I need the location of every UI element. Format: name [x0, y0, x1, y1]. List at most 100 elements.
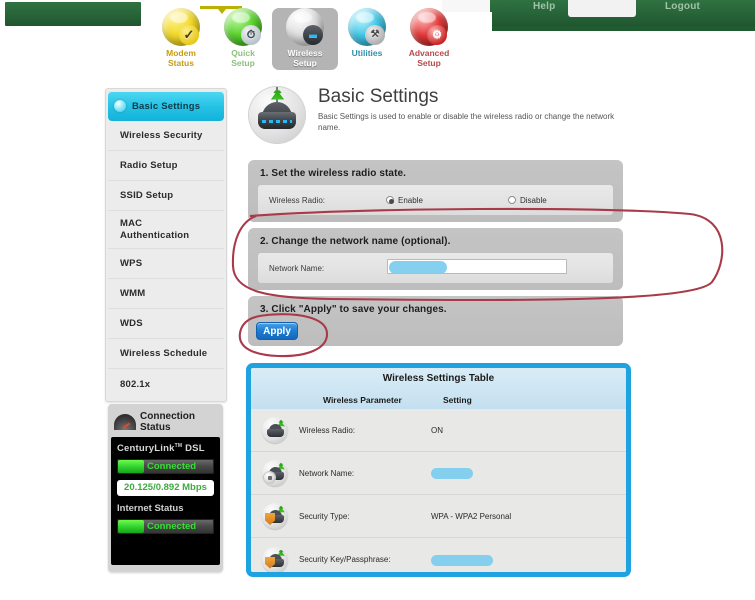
router-shield-icon — [251, 503, 299, 529]
network-name-input[interactable] — [387, 259, 567, 274]
internet-status-label: Internet Status — [117, 503, 184, 515]
sidebar-item-label: Radio Setup — [120, 160, 178, 171]
topbar-left-block — [5, 2, 141, 26]
sidebar-item-label: Wireless Security — [120, 130, 203, 141]
wireless-settings-table: Wireless Settings Table Wireless Paramet… — [246, 363, 631, 577]
sidebar-item-label: 802.1x — [120, 378, 151, 390]
sidebar-item-mac-authentication[interactable]: MAC Authentication — [108, 211, 224, 249]
sidebar-item-wds[interactable]: WDS — [108, 309, 224, 339]
topnav-label-line1: Utilities — [351, 48, 383, 58]
sidebar-item-basic-settings[interactable]: Basic Settings — [108, 91, 224, 121]
network-name-value-redaction — [431, 468, 473, 479]
step3-panel: 3. Click "Apply" to save your changes. — [248, 296, 623, 346]
sidebar-item-label: WPS — [120, 258, 143, 269]
topnav-item-wireless-setup[interactable]: ▬ Wireless Setup — [272, 8, 338, 70]
tools-orb-icon: ⚒ — [348, 8, 386, 46]
sidebar-item-802-1x[interactable]: 802.1x — [108, 369, 224, 399]
step2-title: 2. Change the network name (optional). — [260, 236, 451, 247]
row-setting: WPA - WPA2 Personal — [431, 511, 512, 521]
dsl-status-text: Connected — [147, 461, 197, 473]
gauge-icon — [114, 414, 136, 430]
brand-suffix: DSL — [185, 443, 205, 455]
sidebar-item-label: Wireless Schedule — [120, 348, 208, 359]
topnav-label-line2: Setup — [417, 58, 441, 68]
internet-status-bar: Connected — [117, 519, 214, 535]
radio-disable-label: Disable — [520, 195, 547, 205]
connection-status-title-line1: Connection — [140, 411, 195, 422]
topnav-label-line2: Setup — [293, 58, 317, 68]
sidebar-item-label: WMM — [120, 288, 146, 299]
page-title: Basic Settings — [318, 86, 439, 107]
sidebar-item-ssid-setup[interactable]: SSID Setup — [108, 181, 224, 211]
step1-panel: 1. Set the wireless radio state. Wireles… — [248, 160, 623, 222]
logout-link[interactable]: Logout — [665, 0, 700, 14]
radio-enable-icon[interactable] — [386, 196, 394, 204]
step3-title: 3. Click "Apply" to save your changes. — [260, 304, 447, 315]
gears-orb-icon: ⚙ — [410, 8, 448, 46]
security-key-value-redaction — [431, 554, 493, 566]
row-parameter: Wireless Radio: — [299, 425, 356, 435]
column-header-setting: Setting — [443, 394, 472, 405]
sidebar-item-radio-setup[interactable]: Radio Setup — [108, 151, 224, 181]
connection-speed-value: 20.125/0.892 Mbps — [117, 480, 214, 497]
topnav-item-modem-status[interactable]: ✓ Modem Status — [148, 8, 214, 68]
sidebar-item-wireless-schedule[interactable]: Wireless Schedule — [108, 339, 224, 369]
wireless-settings-table-title: Wireless Settings Table — [251, 368, 626, 390]
radio-disable-icon[interactable] — [508, 196, 516, 204]
topnav-label-line2: Setup — [231, 58, 255, 68]
sidebar-item-wireless-security[interactable]: Wireless Security — [108, 121, 224, 151]
clock-orb-icon: ⏱ — [224, 8, 262, 46]
step1-field-row: Wireless Radio: Enable Disable — [258, 185, 613, 215]
row-setting: ON — [431, 425, 443, 435]
sidebar-item-label: MAC Authentication — [120, 218, 190, 241]
brand-label: CenturyLinkTM DSL — [117, 443, 214, 454]
radio-disable[interactable]: Disable — [508, 196, 547, 205]
table-row: Security Key/Passphrase: — [251, 538, 626, 572]
sidebar-item-wmm[interactable]: WMM — [108, 279, 224, 309]
sidebar-item-label: SSID Setup — [120, 190, 174, 201]
network-name-label: Network Name: — [269, 263, 325, 273]
wireless-settings-table-header: Wireless Parameter Setting — [251, 390, 626, 409]
connection-status-body: CenturyLinkTM DSL Connected 20.125/0.892… — [111, 437, 220, 565]
topnav-item-advanced-setup[interactable]: ⚙ Advanced Setup — [396, 8, 462, 68]
topnav-item-quick-setup[interactable]: ⏱ Quick Setup — [210, 8, 276, 68]
router-shield-icon — [251, 546, 299, 572]
sidebar-item-label: WDS — [120, 318, 143, 329]
topnav-label-line2: Status — [168, 58, 194, 68]
table-row: Network Name: — [251, 452, 626, 495]
dsl-status-indicator-icon — [118, 460, 144, 474]
apply-button[interactable]: Apply — [256, 322, 298, 340]
brand-name: CenturyLink — [117, 443, 175, 455]
router-antenna-icon — [251, 417, 299, 443]
page-description: Basic Settings is used to enable or disa… — [318, 112, 615, 132]
step1-title: 1. Set the wireless radio state. — [260, 168, 407, 179]
connection-status-panel: Connection Status CenturyLinkTM DSL Conn… — [108, 404, 223, 572]
radio-enable[interactable]: Enable — [386, 196, 423, 205]
router-admin-page: Help Logout ✓ Modem Status ⏱ Quick Setup — [0, 0, 755, 600]
step2-panel: 2. Change the network name (optional). N… — [248, 228, 623, 290]
topnav-label-line1: Modem — [166, 48, 196, 58]
sidebar-item-label: Basic Settings — [132, 100, 201, 112]
topnav-label-line1: Advanced — [408, 48, 450, 58]
help-link[interactable]: Help — [533, 0, 555, 14]
connection-status-title: Connection Status — [140, 411, 195, 433]
router-orb-icon: ▬ — [286, 8, 324, 46]
top-navigation: ✓ Modem Status ⏱ Quick Setup ▬ Wireless … — [148, 8, 488, 70]
router-lock-icon — [251, 460, 299, 486]
topnav-item-utilities[interactable]: ⚒ Utilities — [334, 8, 400, 58]
sidebar-item-wps[interactable]: WPS — [108, 249, 224, 279]
internet-status-indicator-icon — [118, 520, 144, 534]
wireless-radio-label: Wireless Radio: — [269, 195, 326, 205]
topnav-label-line1: Wireless — [287, 48, 323, 58]
row-parameter: Security Key/Passphrase: — [299, 555, 391, 564]
router-illustration-icon — [248, 86, 306, 144]
connection-status-title-line2: Status — [140, 422, 171, 433]
step2-field-row: Network Name: — [258, 253, 613, 283]
table-row: Wireless Radio: ON — [251, 409, 626, 452]
internet-status-text: Connected — [147, 521, 197, 533]
table-row: Security Type: WPA - WPA2 Personal — [251, 495, 626, 538]
connection-status-header: Connection Status — [111, 407, 220, 437]
column-header-parameter: Wireless Parameter — [323, 394, 402, 405]
topnav-label-line1: Quick — [231, 48, 255, 58]
row-parameter: Security Type: — [299, 511, 350, 521]
